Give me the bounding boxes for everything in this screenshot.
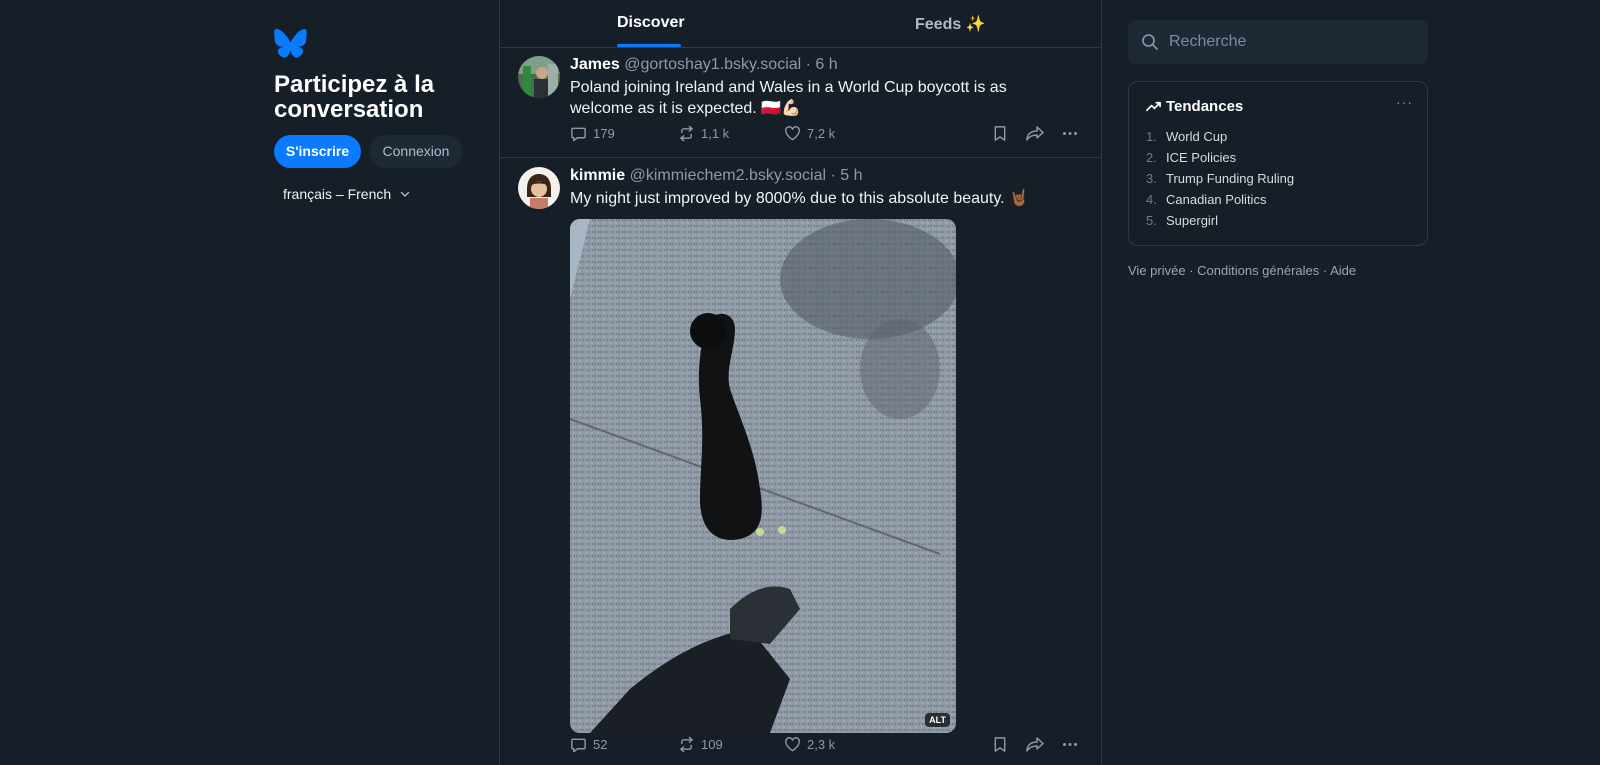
- bookmark-icon: [994, 126, 1006, 141]
- trend-rank: 1.: [1146, 129, 1157, 144]
- share-icon: [1026, 126, 1044, 141]
- chevron-down-icon: [400, 191, 410, 197]
- more-options-button[interactable]: [1062, 125, 1078, 142]
- author-name[interactable]: James: [570, 56, 620, 73]
- trends-header: Tendances: [1146, 98, 1243, 115]
- reply-icon: [571, 738, 586, 753]
- terms-link[interactable]: Conditions générales: [1197, 263, 1319, 278]
- feed-tabs: Discover Feeds ✨: [500, 0, 1101, 48]
- like-button[interactable]: 2,3 k: [784, 736, 835, 753]
- repost-icon: [680, 736, 693, 753]
- post-text: My night just improved by 8000% due to t…: [570, 190, 1029, 207]
- trend-rank: 2.: [1146, 150, 1157, 165]
- trends-title: Tendances: [1166, 98, 1244, 115]
- post-item[interactable]: James @gortoshay1.bsky.social · 6 h Pola…: [500, 48, 1101, 156]
- like-count: 2,3 k: [807, 737, 836, 752]
- trend-label: Trump Funding Ruling: [1166, 171, 1295, 186]
- search-icon: [1142, 34, 1158, 50]
- search-bar[interactable]: [1128, 20, 1428, 64]
- trend-label: Supergirl: [1166, 213, 1219, 228]
- trending-up-icon: [1146, 101, 1161, 112]
- trend-rank: 3.: [1146, 171, 1157, 186]
- repost-icon: [680, 125, 693, 142]
- butterfly-logo-icon[interactable]: [274, 29, 307, 58]
- heart-icon: [785, 737, 800, 752]
- post-time[interactable]: · 5 h: [830, 167, 862, 184]
- bookmark-button[interactable]: [992, 125, 1008, 142]
- repost-count: 1,1 k: [701, 126, 730, 141]
- trend-item[interactable]: 5. Supergirl: [1146, 213, 1218, 228]
- active-tab-indicator: [617, 44, 681, 47]
- trend-rank: 4.: [1146, 192, 1157, 207]
- share-button[interactable]: [1026, 125, 1044, 142]
- post-image[interactable]: ALT: [570, 219, 956, 733]
- more-icon: [1063, 743, 1077, 746]
- page-headline: Participez à la conversation: [274, 71, 435, 123]
- share-button[interactable]: [1026, 736, 1044, 753]
- bookmark-icon: [994, 737, 1006, 752]
- tab-feeds[interactable]: Feeds ✨: [915, 14, 986, 34]
- alt-text-badge[interactable]: ALT: [925, 713, 950, 727]
- trend-rank: 5.: [1146, 213, 1157, 228]
- help-link[interactable]: Aide: [1330, 263, 1356, 278]
- more-icon: [1063, 132, 1077, 135]
- signup-button[interactable]: S'inscrire: [274, 135, 361, 168]
- post-time[interactable]: · 6 h: [806, 56, 838, 73]
- trend-item[interactable]: 3. Trump Funding Ruling: [1146, 171, 1294, 186]
- post-header: James @gortoshay1.bsky.social · 6 h: [570, 56, 838, 74]
- privacy-link[interactable]: Vie privée: [1128, 263, 1186, 278]
- trend-label: World Cup: [1166, 129, 1228, 144]
- footer-separator: ·: [1185, 263, 1198, 278]
- more-options-icon[interactable]: ···: [1396, 94, 1413, 110]
- author-name[interactable]: kimmie: [570, 167, 625, 184]
- like-button[interactable]: 7,2 k: [784, 125, 835, 142]
- cat-photo: [570, 219, 956, 733]
- reply-button[interactable]: 179: [570, 125, 615, 142]
- repost-button[interactable]: 1,1 k: [678, 125, 729, 142]
- trend-label: ICE Policies: [1166, 150, 1237, 165]
- like-count: 7,2 k: [807, 126, 836, 141]
- trend-label: Canadian Politics: [1166, 192, 1267, 207]
- avatar-image: [518, 56, 560, 98]
- trend-item[interactable]: 4. Canadian Politics: [1146, 192, 1266, 207]
- post-actions: 179 1,1 k 7,2 k: [570, 125, 1082, 145]
- bookmark-button[interactable]: [992, 736, 1008, 753]
- post-actions: 52 109 2,3 k: [570, 736, 1082, 756]
- repost-count: 109: [701, 737, 723, 752]
- language-label: français – French: [283, 186, 392, 202]
- reply-button[interactable]: 52: [570, 736, 607, 753]
- reply-count: 179: [593, 126, 615, 141]
- trend-item[interactable]: 1. World Cup: [1146, 129, 1227, 144]
- share-icon: [1026, 737, 1044, 752]
- trend-item[interactable]: 2. ICE Policies: [1146, 150, 1236, 165]
- reply-count: 52: [593, 737, 608, 752]
- post-header: kimmie @kimmiechem2.bsky.social · 5 h: [570, 167, 863, 185]
- repost-button[interactable]: 109: [678, 736, 723, 753]
- post-text: Poland joining Ireland and Wales in a Wo…: [570, 79, 1007, 117]
- login-button[interactable]: Connexion: [369, 135, 463, 168]
- avatar[interactable]: [518, 56, 560, 98]
- search-input[interactable]: [1167, 32, 1411, 52]
- trends-panel: Tendances ··· 1. World Cup 2. ICE Policies…: [1128, 81, 1428, 246]
- footer-links: Vie privée · Conditions générales · Aide: [1128, 263, 1356, 278]
- more-options-button[interactable]: [1062, 736, 1078, 753]
- author-handle[interactable]: @gortoshay1.bsky.social: [624, 56, 801, 73]
- avatar-image: [518, 167, 560, 209]
- author-handle[interactable]: @kimmiechem2.bsky.social: [630, 167, 826, 184]
- heart-icon: [785, 126, 800, 141]
- post-item[interactable]: kimmie @kimmiechem2.bsky.social · 5 h My…: [500, 158, 1101, 765]
- reply-icon: [571, 127, 586, 142]
- footer-separator: ·: [1319, 263, 1331, 278]
- language-selector[interactable]: français – French: [283, 186, 411, 202]
- avatar[interactable]: [518, 167, 560, 209]
- tab-discover[interactable]: Discover: [617, 14, 685, 32]
- main-feed: Discover Feeds ✨ James @gortoshay1.bsky.…: [499, 0, 1102, 765]
